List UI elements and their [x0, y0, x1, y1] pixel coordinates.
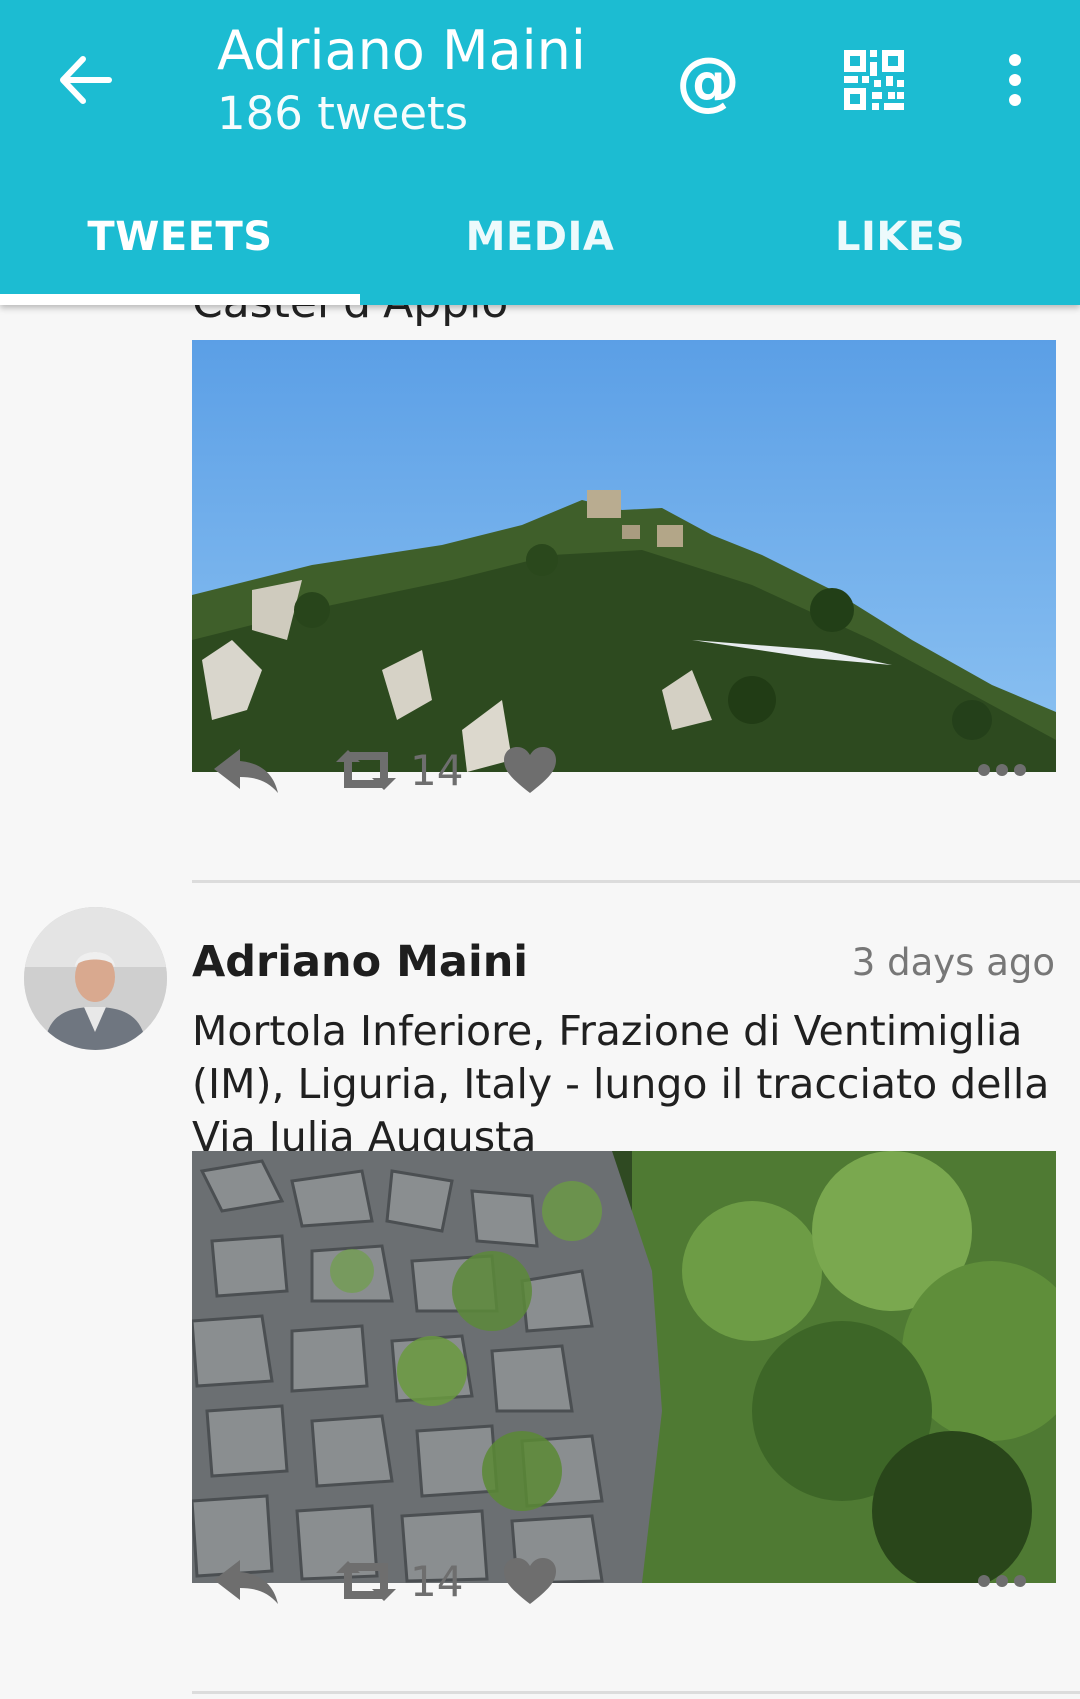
timeline[interactable]: Castel d'Appio [0, 305, 1080, 1699]
more-button[interactable] [977, 730, 1027, 810]
tab-media[interactable]: MEDIA [360, 196, 720, 305]
like-button[interactable] [502, 730, 558, 810]
reply-button[interactable] [212, 1541, 280, 1621]
divider [192, 880, 1080, 883]
tweet-time: 3 days ago [851, 941, 1055, 984]
tweet-text: Castel d'Appio [192, 305, 508, 328]
retweet-count: 14 [410, 745, 464, 795]
reply-button[interactable] [212, 730, 280, 810]
tab-likes[interactable]: LIKES [720, 196, 1080, 305]
tweet-image[interactable] [192, 340, 1056, 772]
heart-icon [504, 1558, 556, 1604]
tab-tweets[interactable]: TWEETS [0, 196, 360, 305]
qr-code-icon[interactable] [842, 48, 906, 112]
more-horiz-icon [978, 1575, 1026, 1587]
like-button[interactable] [502, 1541, 558, 1621]
page-title: Adriano Maini [217, 19, 586, 82]
more-button[interactable] [977, 1541, 1027, 1621]
avatar[interactable] [24, 907, 167, 1050]
retweet-icon [336, 1561, 396, 1601]
app-bar: Adriano Maini 186 tweets @ TWEETS MEDIA … [0, 0, 1080, 305]
back-button[interactable] [50, 48, 120, 112]
more-vert-icon[interactable] [995, 50, 1035, 110]
retweet-icon [336, 750, 396, 790]
retweet-count: 14 [410, 1556, 464, 1606]
tweet-text: Mortola Inferiore, Frazione di Ventimigl… [192, 1007, 1050, 1161]
tab-indicator [0, 294, 360, 305]
tweet-count: 186 tweets [217, 87, 469, 140]
tab-bar: TWEETS MEDIA LIKES [0, 196, 1080, 305]
at-icon[interactable]: @ [670, 44, 746, 120]
retweet-button[interactable]: 14 [332, 1541, 463, 1621]
divider [192, 1691, 1080, 1694]
title-block: Adriano Maini 186 tweets [217, 16, 586, 142]
reply-icon [214, 749, 278, 793]
user-avatar-image [24, 907, 167, 1050]
back-arrow-icon [60, 56, 112, 104]
more-horiz-icon [978, 764, 1026, 776]
tweet-actions: 14 [192, 1541, 1056, 1621]
retweet-button[interactable]: 14 [332, 730, 463, 810]
dry-stone-wall-with-vegetation-image [192, 1151, 1056, 1583]
tweet-author[interactable]: Adriano Maini [192, 937, 528, 987]
hill-with-castle-ruins-image [192, 340, 1056, 772]
heart-icon [504, 747, 556, 793]
tweet-actions: 14 [192, 730, 1056, 810]
tweet-image[interactable] [192, 1151, 1056, 1583]
reply-icon [214, 1560, 278, 1604]
